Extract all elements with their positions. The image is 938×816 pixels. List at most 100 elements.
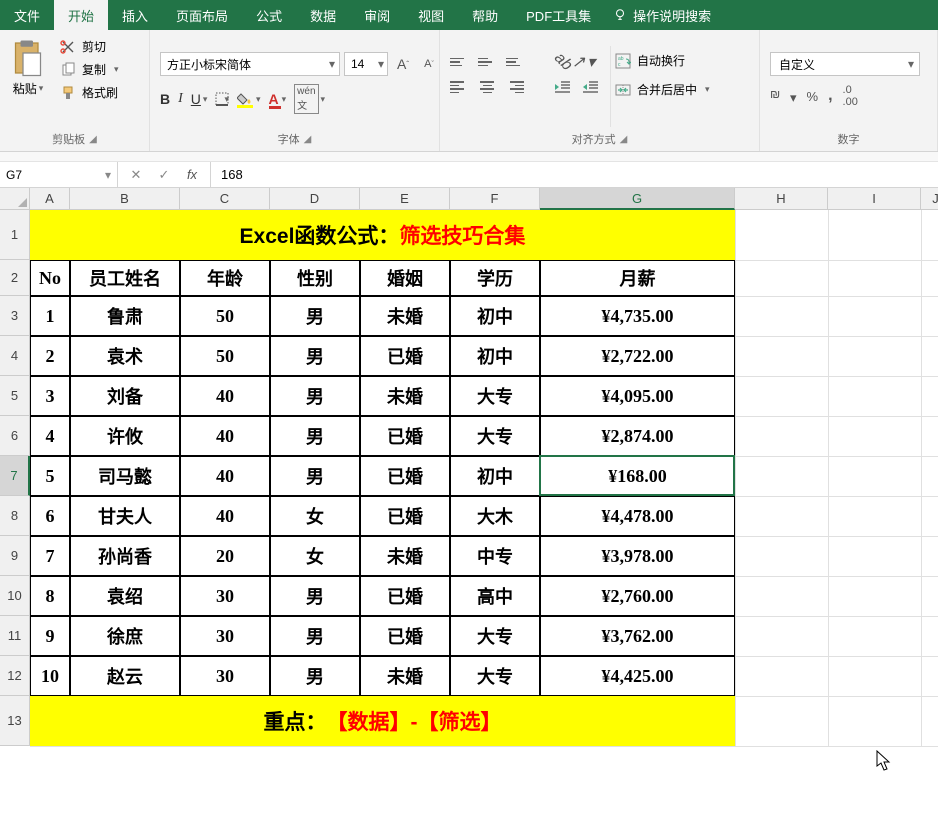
table-cell-r7-c5[interactable]: 高中 [450,576,540,616]
row-header-4[interactable]: 4 [0,336,30,376]
table-header-6[interactable]: 月薪 [540,260,735,296]
table-header-1[interactable]: 员工姓名 [70,260,180,296]
row-header-2[interactable]: 2 [0,260,30,296]
percent-button[interactable]: % [807,89,819,104]
table-cell-r7-c3[interactable]: 男 [270,576,360,616]
footer-cell[interactable]: 重点：【数据】-【筛选】 [30,696,735,746]
table-cell-r7-c6[interactable]: ¥2,760.00 [540,576,735,616]
column-header-H[interactable]: H [735,188,828,210]
table-cell-r9-c5[interactable]: 大专 [450,656,540,696]
bottom-align-button[interactable] [506,53,524,71]
table-cell-r3-c1[interactable]: 许攸 [70,416,180,456]
insert-function-button[interactable]: fx [178,167,206,182]
table-cell-r0-c5[interactable]: 初中 [450,296,540,336]
table-header-3[interactable]: 性别 [270,260,360,296]
tab-文件[interactable]: 文件 [0,0,54,30]
tell-me-search[interactable]: 操作说明搜索 [613,6,711,25]
table-cell-r4-c5[interactable]: 初中 [450,456,540,496]
table-cell-r8-c2[interactable]: 30 [180,616,270,656]
table-cell-r6-c3[interactable]: 女 [270,536,360,576]
number-format-select[interactable]: 自定义 [770,52,920,76]
tab-审阅[interactable]: 审阅 [350,0,404,30]
table-cell-r0-c1[interactable]: 鲁肃 [70,296,180,336]
column-header-A[interactable]: A [30,188,70,210]
table-cell-r5-c1[interactable]: 甘夫人 [70,496,180,536]
font-color-button[interactable]: A▾ [269,91,287,107]
select-all-corner[interactable] [0,188,30,210]
table-cell-r7-c0[interactable]: 8 [30,576,70,616]
column-header-I[interactable]: I [828,188,921,210]
table-cell-r3-c5[interactable]: 大专 [450,416,540,456]
table-cell-r2-c4[interactable]: 未婚 [360,376,450,416]
table-cell-r5-c5[interactable]: 大木 [450,496,540,536]
grid-area[interactable]: Excel函数公式：筛选技巧合集No员工姓名年龄性别婚姻学历月薪1鲁肃50男未婚… [30,210,938,746]
table-cell-r4-c6[interactable]: ¥168.00 [540,456,735,496]
table-cell-r1-c3[interactable]: 男 [270,336,360,376]
row-header-8[interactable]: 8 [0,496,30,536]
top-align-button[interactable] [450,53,468,71]
table-cell-r4-c3[interactable]: 男 [270,456,360,496]
underline-button[interactable]: U [191,91,201,107]
table-cell-r6-c2[interactable]: 20 [180,536,270,576]
accounting-format-button[interactable]: ₪▾ [770,86,797,106]
table-cell-r9-c6[interactable]: ¥4,425.00 [540,656,735,696]
table-cell-r0-c3[interactable]: 男 [270,296,360,336]
table-cell-r0-c2[interactable]: 50 [180,296,270,336]
table-cell-r6-c4[interactable]: 未婚 [360,536,450,576]
row-header-13[interactable]: 13 [0,696,30,746]
table-cell-r8-c5[interactable]: 大专 [450,616,540,656]
table-cell-r4-c4[interactable]: 已婚 [360,456,450,496]
table-cell-r1-c6[interactable]: ¥2,722.00 [540,336,735,376]
table-cell-r9-c1[interactable]: 赵云 [70,656,180,696]
table-cell-r7-c1[interactable]: 袁绍 [70,576,180,616]
table-cell-r2-c5[interactable]: 大专 [450,376,540,416]
merge-center-button[interactable]: 合并后居中▾ [615,81,710,98]
row-header-11[interactable]: 11 [0,616,30,656]
table-cell-r4-c0[interactable]: 5 [30,456,70,496]
table-header-4[interactable]: 婚姻 [360,260,450,296]
table-header-2[interactable]: 年龄 [180,260,270,296]
table-cell-r3-c3[interactable]: 男 [270,416,360,456]
table-cell-r8-c1[interactable]: 徐庶 [70,616,180,656]
dialog-launcher-icon[interactable]: ◢ [304,134,312,145]
table-cell-r8-c0[interactable]: 9 [30,616,70,656]
row-header-6[interactable]: 6 [0,416,30,456]
table-cell-r6-c5[interactable]: 中专 [450,536,540,576]
table-cell-r5-c2[interactable]: 40 [180,496,270,536]
tab-插入[interactable]: 插入 [108,0,162,30]
format-painter-button[interactable]: 格式刷 [60,84,119,101]
comma-button[interactable]: , [828,87,832,105]
tab-公式[interactable]: 公式 [242,0,296,30]
name-box[interactable]: G7 [0,162,118,187]
dialog-launcher-icon[interactable]: ◢ [89,134,97,145]
tab-页面布局[interactable]: 页面布局 [162,0,242,30]
table-cell-r1-c5[interactable]: 初中 [450,336,540,376]
table-cell-r8-c3[interactable]: 男 [270,616,360,656]
table-cell-r5-c6[interactable]: ¥4,478.00 [540,496,735,536]
phonetic-guide-button[interactable]: wén文 [294,84,318,114]
cut-button[interactable]: 剪切 [60,38,119,55]
formula-input[interactable]: 168 [211,162,938,187]
tab-开始[interactable]: 开始 [54,0,108,30]
tab-帮助[interactable]: 帮助 [458,0,512,30]
middle-align-button[interactable] [478,53,496,71]
table-cell-r4-c1[interactable]: 司马懿 [70,456,180,496]
increase-font-button[interactable]: Aˆ [392,53,414,75]
row-header-9[interactable]: 9 [0,536,30,576]
align-center-button[interactable] [478,78,496,96]
column-header-F[interactable]: F [450,188,540,210]
table-cell-r6-c0[interactable]: 7 [30,536,70,576]
align-right-button[interactable] [506,78,524,96]
increase-decimal-button[interactable]: .0.00 [843,84,858,108]
table-cell-r6-c6[interactable]: ¥3,978.00 [540,536,735,576]
table-cell-r5-c0[interactable]: 6 [30,496,70,536]
tab-数据[interactable]: 数据 [296,0,350,30]
table-cell-r3-c0[interactable]: 4 [30,416,70,456]
table-cell-r1-c0[interactable]: 2 [30,336,70,376]
table-cell-r2-c6[interactable]: ¥4,095.00 [540,376,735,416]
table-cell-r0-c0[interactable]: 1 [30,296,70,336]
fill-color-button[interactable]: ▾ [237,92,261,106]
table-cell-r1-c4[interactable]: 已婚 [360,336,450,376]
tab-视图[interactable]: 视图 [404,0,458,30]
row-header-3[interactable]: 3 [0,296,30,336]
